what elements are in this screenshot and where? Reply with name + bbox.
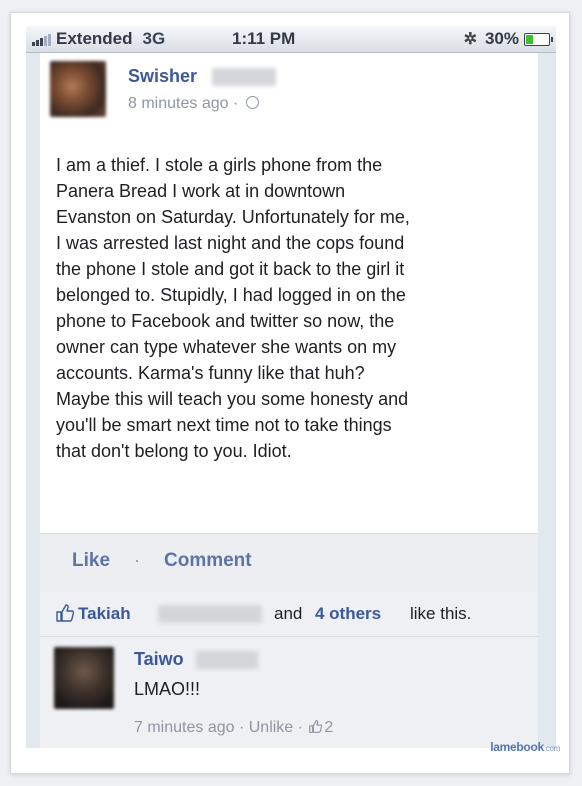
comment-text: LMAO!!! (134, 679, 201, 699)
commenter-avatar[interactable] (54, 647, 114, 709)
post-line: I was arrested last night and the cops f… (56, 233, 405, 253)
comment-item: Taiwo LMAO!!! 7 minutes ago · Unlike · 2 (40, 637, 538, 748)
comment-like-count[interactable]: 2 (324, 719, 333, 736)
comment-meta: 7 minutes ago · Unlike · 2 (134, 719, 333, 737)
battery-icon (524, 32, 553, 46)
network-type: 3G (142, 29, 166, 48)
like-button[interactable]: Like (72, 550, 110, 572)
lamebook-watermark: lamebook.com (490, 740, 560, 754)
likes-suffix-text: like this. (410, 604, 472, 623)
thumbs-up-icon (56, 604, 74, 622)
post-line: I am a thief. I stole a girls phone from… (56, 155, 383, 175)
post-line: the phone I stole and got it back to the… (56, 259, 405, 279)
action-separator: · (134, 550, 140, 570)
comment-author-name[interactable]: Taiwo (134, 649, 184, 670)
post-author-name[interactable]: Swisher (128, 66, 197, 87)
post-timestamp[interactable]: 8 minutes ago · (128, 95, 259, 113)
post-line: Panera Bread I work at in downtown (56, 181, 346, 201)
post-line: owner can type whatever she wants on my (56, 337, 397, 357)
phone-screen: Extended 3G 1:11 PM ✲ 30% Swisher 8 minu… (26, 26, 556, 748)
activity-spinner-icon: ✲ (463, 31, 477, 48)
post-line: Maybe this will teach you some honesty a… (56, 389, 409, 409)
post-line: that don't belong to you. Idiot. (56, 441, 292, 461)
clock: 1:11 PM (232, 29, 296, 48)
status-post: Swisher 8 minutes ago · I am a thief. I … (40, 53, 538, 583)
thumbs-up-icon (309, 720, 323, 733)
watermark-brand: lamebook (490, 740, 544, 754)
comment-timestamp[interactable]: 7 minutes ago · (134, 719, 244, 736)
post-line: belonged to. Stupidly, I had logged in o… (56, 285, 406, 305)
unlike-button[interactable]: Unlike · (249, 719, 303, 736)
post-line: Evanston on Saturday. Unfortunately for … (56, 207, 410, 227)
battery-percent: 30% (484, 29, 519, 48)
post-body: I am a thief. I stole a girls phone from… (56, 152, 516, 464)
watermark-tld: .com (543, 744, 560, 753)
comment-button[interactable]: Comment (164, 550, 252, 572)
carrier-name: Extended (56, 29, 133, 48)
post-line: accounts. Karma's funny like that huh? (56, 363, 365, 383)
post-actions-bar: Like · Comment (40, 533, 538, 593)
redacted-surname (212, 68, 276, 86)
status-bar: Extended 3G 1:11 PM ✲ 30% (26, 26, 556, 53)
post-line: phone to Facebook and twitter so now, th… (56, 311, 395, 331)
likes-and-text: and (274, 604, 303, 623)
likes-others-link[interactable]: 4 others (315, 604, 381, 624)
signal-bars-icon (32, 32, 52, 46)
post-line: you'll be smart next time not to take th… (56, 415, 392, 435)
globe-icon (245, 96, 259, 109)
redacted-surname (196, 651, 258, 669)
author-avatar[interactable] (50, 61, 106, 117)
liker-name[interactable]: Takiah (78, 604, 131, 624)
likes-summary: Takiah and 4 others like this. (40, 592, 538, 637)
redacted-surname (158, 605, 262, 623)
post-time-text: 8 minutes ago · (128, 95, 239, 112)
